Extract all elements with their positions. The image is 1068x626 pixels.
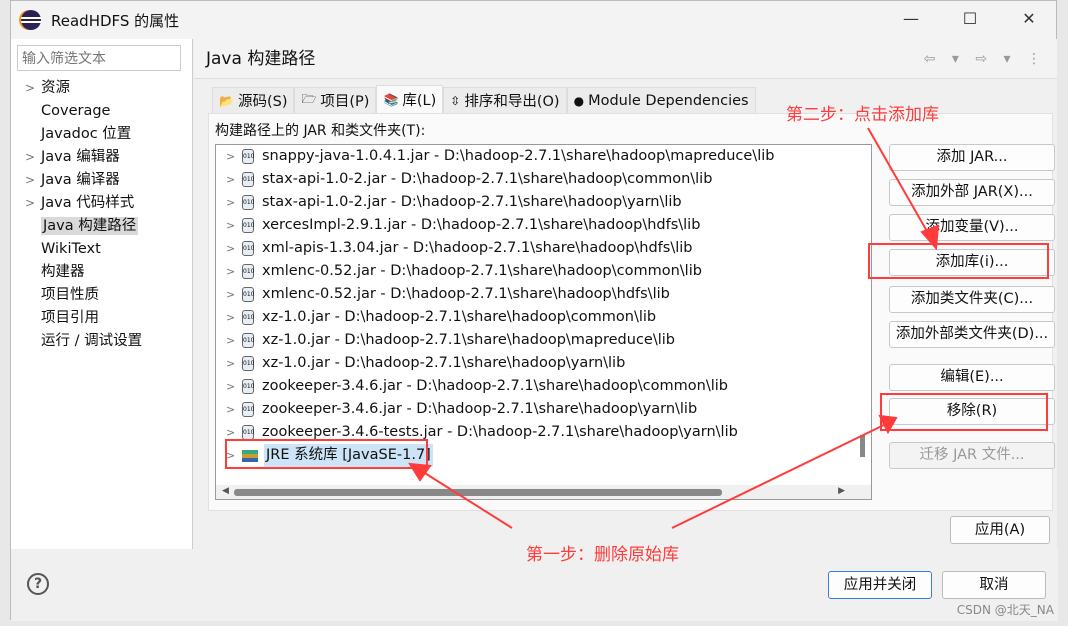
highlight-jre	[225, 439, 428, 469]
annotation-arrows	[408, 127, 940, 529]
highlight-remove	[880, 393, 1048, 431]
watermark: CSDN @北天_NA	[956, 603, 1054, 617]
step1-annotation: 第一步：删除原始库	[526, 545, 679, 565]
highlight-add-library	[868, 243, 1049, 279]
annotation-overlay	[225, 127, 1049, 529]
step2-annotation: 第二步：点击添加库	[786, 105, 939, 125]
